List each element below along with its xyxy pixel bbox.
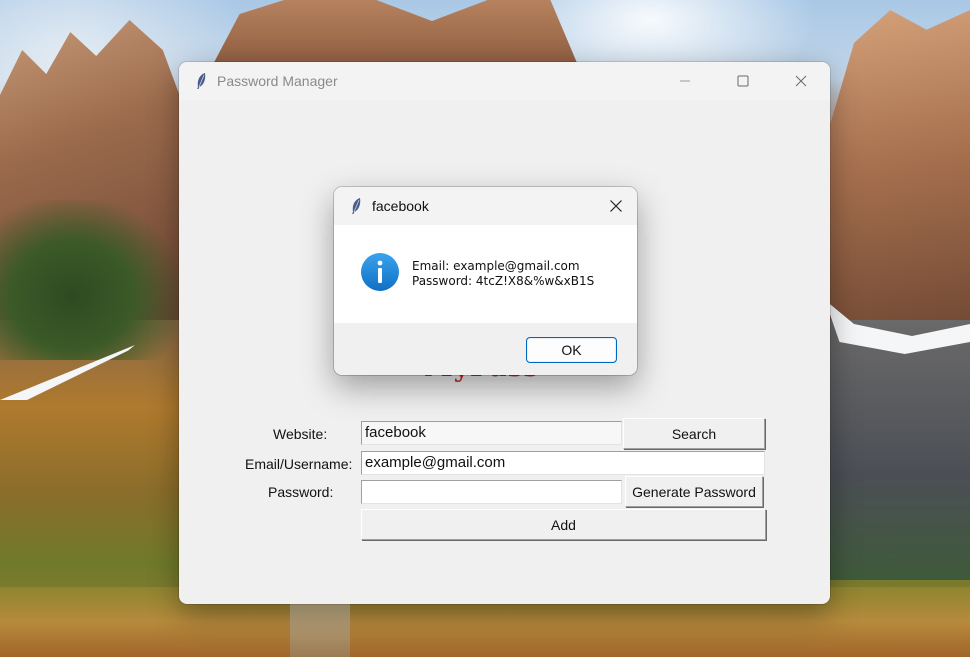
close-icon <box>795 75 807 87</box>
dialog-message-email: Email: example@gmail.com <box>412 259 580 273</box>
password-label: Password: <box>268 484 334 500</box>
window-titlebar[interactable]: Password Manager <box>179 62 830 100</box>
close-icon <box>610 200 622 212</box>
email-label: Email/Username: <box>245 456 353 472</box>
info-icon <box>361 253 399 291</box>
generate-password-button[interactable]: Generate Password <box>625 476 763 507</box>
search-button[interactable]: Search <box>623 418 765 449</box>
wallpaper-forest <box>0 200 180 360</box>
ok-button[interactable]: OK <box>526 337 617 363</box>
dialog-title: facebook <box>372 198 429 214</box>
wallpaper-path <box>290 602 350 657</box>
maximize-icon <box>737 75 749 87</box>
dialog-message-password: Password: 4tcZ!X8&%w&xB1S <box>412 274 595 288</box>
feather-icon <box>348 198 364 214</box>
wallpaper-rock <box>210 0 580 70</box>
window-controls <box>656 62 830 100</box>
dialog-body: Email: example@gmail.com Password: 4tcZ!… <box>334 225 637 323</box>
minimize-icon <box>680 80 690 82</box>
email-input[interactable]: example@gmail.com <box>361 451 765 475</box>
info-dialog: facebook Email: example@gmail.com Passwo… <box>334 187 637 375</box>
add-button[interactable]: Add <box>361 509 766 540</box>
wallpaper-rock <box>825 10 970 340</box>
minimize-button[interactable] <box>656 62 714 100</box>
password-input[interactable] <box>361 480 622 504</box>
maximize-button[interactable] <box>714 62 772 100</box>
feather-icon <box>193 73 209 89</box>
dialog-close-button[interactable] <box>595 187 637 225</box>
close-button[interactable] <box>772 62 830 100</box>
window-title: Password Manager <box>217 73 338 89</box>
wallpaper-rock <box>825 320 970 580</box>
dialog-message: Email: example@gmail.com Password: 4tcZ!… <box>412 259 594 289</box>
website-label: Website: <box>273 426 328 442</box>
website-input[interactable]: facebook <box>361 421 622 445</box>
dialog-titlebar[interactable]: facebook <box>334 187 637 225</box>
